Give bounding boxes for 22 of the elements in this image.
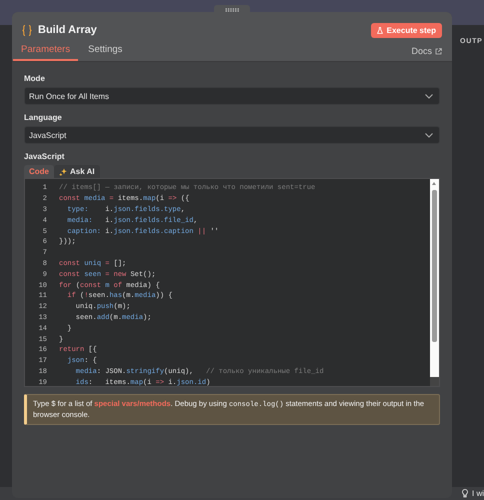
node-title: Build Array <box>38 24 98 36</box>
flask-icon <box>376 26 383 34</box>
select-field[interactable]: JavaScript <box>24 126 440 144</box>
scrollbar[interactable] <box>430 179 439 386</box>
chevron-down-icon <box>425 132 433 138</box>
code-editor[interactable] <box>24 178 440 387</box>
sparkle-icon <box>59 168 67 176</box>
external-link-icon <box>435 48 442 54</box>
tab[interactable]: Parameters <box>13 42 78 61</box>
chevron-down-icon <box>425 94 433 98</box>
editor-tab[interactable]: Code <box>24 165 54 178</box>
editor-tab[interactable]: Ask AI <box>54 165 100 178</box>
lightbulb-icon <box>462 489 468 498</box>
hint-text: I wi <box>472 489 484 498</box>
select-field[interactable]: Run Once for All Items <box>24 87 440 105</box>
field-label: JavaScript <box>24 152 66 161</box>
braces-icon <box>22 24 32 36</box>
docs-link[interactable]: Docs <box>411 46 442 61</box>
execute-button[interactable]: Execute step <box>370 22 442 38</box>
field-label: Mode <box>24 74 46 83</box>
field-label: Language <box>24 113 63 122</box>
tab[interactable]: Settings <box>80 42 130 61</box>
